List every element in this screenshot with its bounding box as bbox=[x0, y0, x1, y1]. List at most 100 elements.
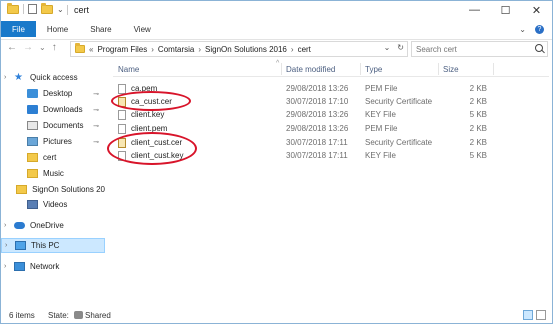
column-name[interactable]: Name bbox=[118, 65, 139, 74]
expand-icon[interactable]: › bbox=[4, 74, 14, 81]
sidebar-item-documents[interactable]: Documents ⊸ bbox=[1, 118, 105, 133]
refresh-button[interactable]: ↻ bbox=[397, 43, 404, 52]
file-date: 30/07/2018 17:11 bbox=[286, 138, 348, 147]
sidebar-item-label: Quick access bbox=[30, 73, 78, 82]
tab-view[interactable]: View bbox=[123, 21, 162, 37]
column-date-modified[interactable]: Date modified bbox=[286, 65, 335, 74]
search-box[interactable] bbox=[411, 41, 548, 57]
pc-icon bbox=[15, 241, 26, 250]
sidebar-item-label: Downloads bbox=[43, 105, 83, 114]
sidebar-item-label: OneDrive bbox=[30, 221, 64, 230]
sidebar-item-videos[interactable]: Videos bbox=[1, 197, 105, 212]
file-type: PEM File bbox=[365, 124, 398, 133]
address-bar[interactable]: « Program Files › Comtarsia › SignOn Sol… bbox=[70, 41, 408, 57]
breadcrumb-program-files[interactable]: Program Files bbox=[97, 45, 147, 54]
address-row: ← → ⌄ ↑ « Program Files › Comtarsia › Si… bbox=[1, 39, 552, 57]
new-folder-icon[interactable] bbox=[41, 2, 53, 14]
sidebar-item-label: cert bbox=[43, 153, 57, 162]
back-button[interactable]: ← bbox=[7, 42, 17, 53]
properties-icon[interactable] bbox=[28, 4, 37, 14]
pictures-icon bbox=[27, 137, 38, 146]
sidebar-item-label: Desktop bbox=[43, 89, 73, 98]
maximize-button[interactable]: ☐ bbox=[490, 1, 521, 19]
sidebar-item-label: Pictures bbox=[43, 137, 72, 146]
quick-access-toolbar: ⌄ bbox=[7, 2, 64, 14]
minimize-button[interactable]: — bbox=[459, 1, 490, 19]
tab-share[interactable]: Share bbox=[79, 21, 122, 37]
file-row[interactable]: client.key 29/08/2018 13:26 KEY File 5 K… bbox=[113, 108, 549, 121]
sort-indicator-icon: ^ bbox=[276, 60, 280, 67]
details-view-icon[interactable] bbox=[523, 310, 533, 320]
pin-icon[interactable]: ⊸ bbox=[93, 122, 99, 130]
shared-icon bbox=[72, 311, 85, 320]
expand-ribbon-button[interactable]: ⌄ bbox=[519, 25, 526, 34]
file-date: 29/08/2018 13:26 bbox=[286, 110, 349, 119]
sidebar-item-label: Network bbox=[30, 262, 60, 271]
pin-icon[interactable]: ⊸ bbox=[93, 138, 99, 146]
column-divider[interactable] bbox=[281, 63, 282, 75]
expand-icon[interactable]: › bbox=[4, 222, 14, 229]
folder-icon bbox=[16, 185, 28, 194]
annotation-circle bbox=[107, 132, 197, 165]
customize-toolbar-icon[interactable]: ⌄ bbox=[57, 5, 64, 14]
forward-button[interactable]: → bbox=[23, 42, 33, 53]
column-type[interactable]: Type bbox=[365, 65, 382, 74]
explorer-window: ⌄ cert — ☐ ✕ File Home Share View ⌄ ? ← … bbox=[0, 0, 553, 324]
recent-locations-button[interactable]: ⌄ bbox=[39, 43, 46, 52]
file-type: KEY File bbox=[365, 151, 396, 160]
folder-icon bbox=[27, 153, 38, 162]
pin-icon[interactable]: ⊸ bbox=[93, 90, 99, 98]
file-size: 2 KB bbox=[469, 84, 487, 93]
search-icon bbox=[535, 44, 543, 52]
help-icon[interactable]: ? bbox=[535, 24, 544, 34]
sidebar-item-this-pc[interactable]: › This PC bbox=[1, 238, 105, 253]
sidebar-item-quick-access[interactable]: › ★ Quick access bbox=[1, 70, 105, 85]
large-icons-view-icon[interactable] bbox=[536, 310, 546, 320]
column-divider[interactable] bbox=[360, 63, 361, 75]
sidebar-item-desktop[interactable]: Desktop ⊸ bbox=[1, 86, 105, 101]
close-button[interactable]: ✕ bbox=[521, 1, 552, 19]
file-size: 2 KB bbox=[469, 97, 487, 106]
file-icon bbox=[118, 110, 126, 120]
breadcrumb-separator[interactable]: › bbox=[198, 45, 201, 54]
file-row[interactable]: client.pem 29/08/2018 13:26 PEM File 2 K… bbox=[113, 122, 549, 135]
tab-home[interactable]: Home bbox=[36, 21, 79, 37]
sidebar-item-signon-solutions[interactable]: SignOn Solutions 20 bbox=[1, 182, 105, 197]
breadcrumb-signon-solutions[interactable]: SignOn Solutions 2016 bbox=[205, 45, 287, 54]
navigation-pane: › ★ Quick access Desktop ⊸ Downloads ⊸ D… bbox=[1, 61, 105, 307]
search-input[interactable] bbox=[416, 44, 526, 55]
file-icon bbox=[118, 124, 126, 134]
sidebar-item-pictures[interactable]: Pictures ⊸ bbox=[1, 134, 105, 149]
sidebar-item-label: This PC bbox=[31, 241, 60, 250]
breadcrumb-separator[interactable]: › bbox=[291, 45, 294, 54]
sidebar-item-music[interactable]: Music bbox=[1, 166, 105, 181]
address-dropdown-button[interactable]: ⌄ bbox=[384, 43, 391, 52]
up-button[interactable]: ↑ bbox=[52, 42, 57, 53]
desktop-icon bbox=[27, 89, 38, 98]
tab-file[interactable]: File bbox=[1, 21, 36, 37]
pin-icon[interactable]: ⊸ bbox=[93, 106, 99, 114]
title-divider bbox=[67, 5, 68, 15]
sidebar-item-network[interactable]: › Network bbox=[1, 259, 105, 274]
window-controls: — ☐ ✕ bbox=[459, 1, 552, 19]
sidebar-item-onedrive[interactable]: › OneDrive bbox=[1, 218, 105, 233]
file-list: ^ Name Date modified Type Size ca.pem 29… bbox=[107, 60, 549, 307]
column-divider[interactable] bbox=[493, 63, 494, 75]
column-size[interactable]: Size bbox=[443, 65, 459, 74]
status-bar: 6 items State: Shared bbox=[1, 308, 552, 323]
file-size: 5 KB bbox=[469, 110, 487, 119]
expand-icon[interactable]: › bbox=[4, 263, 14, 270]
breadcrumb-separator[interactable]: › bbox=[151, 45, 154, 54]
breadcrumb-comtarsia[interactable]: Comtarsia bbox=[158, 45, 194, 54]
file-type: Security Certificate bbox=[365, 97, 433, 106]
videos-icon bbox=[27, 200, 38, 209]
folder-icon bbox=[75, 43, 85, 53]
file-date: 29/08/2018 13:26 bbox=[286, 84, 349, 93]
breadcrumb-cert[interactable]: cert bbox=[298, 45, 311, 54]
file-size: 2 KB bbox=[469, 138, 487, 147]
sidebar-item-downloads[interactable]: Downloads ⊸ bbox=[1, 102, 105, 117]
expand-icon[interactable]: › bbox=[5, 242, 15, 249]
column-divider[interactable] bbox=[438, 63, 439, 75]
breadcrumb-overflow[interactable]: « bbox=[89, 45, 93, 54]
sidebar-item-cert[interactable]: cert bbox=[1, 150, 105, 165]
